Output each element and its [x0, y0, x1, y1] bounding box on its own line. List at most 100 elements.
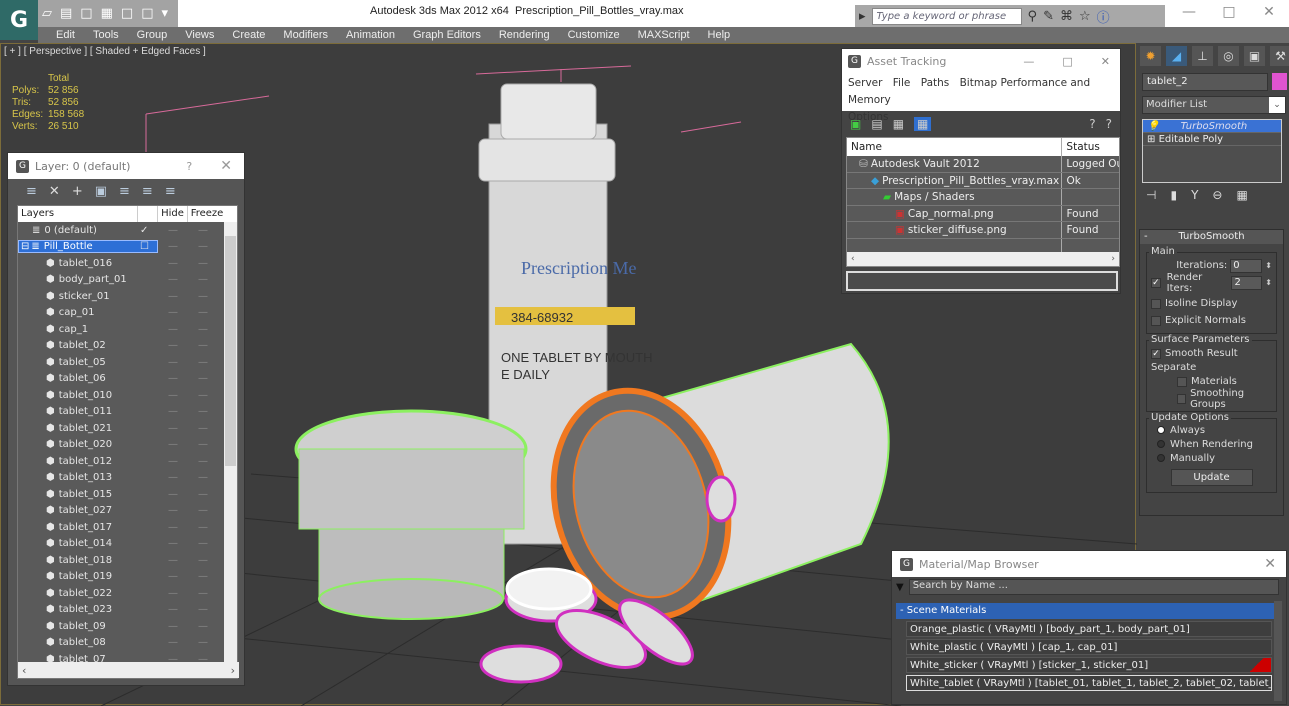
render-iters-checkbox[interactable]: ✓	[1151, 277, 1161, 288]
update-button[interactable]: Update	[1170, 469, 1253, 486]
expand-icon[interactable]: ⊞	[1147, 134, 1155, 145]
smooth-result-checkbox[interactable]: ✓	[1151, 348, 1161, 359]
hide-toggle[interactable]: —	[158, 604, 188, 615]
hide-toggle[interactable]: —	[158, 324, 188, 335]
asset-row[interactable]: ◆ Prescription_Pill_Bottles_vray.max Ok	[847, 172, 1119, 189]
explicit-normals-option[interactable]: Explicit Normals	[1151, 312, 1272, 329]
modify-tab-icon[interactable]: ◢	[1166, 46, 1187, 66]
scroll-right-icon[interactable]: ›	[231, 664, 235, 677]
object-row[interactable]: ⬢ tablet_010— —	[18, 387, 237, 404]
menu-edit[interactable]: Edit	[47, 27, 84, 43]
freeze-toggle[interactable]: —	[188, 588, 218, 599]
object-row[interactable]: ⬢ body_part_01— —	[18, 272, 237, 289]
freeze-toggle[interactable]: —	[188, 571, 218, 582]
delete-layer-icon[interactable]: ✕	[49, 184, 60, 199]
hide-toggle[interactable]: —	[158, 357, 188, 368]
menu-customize[interactable]: Customize	[559, 27, 629, 43]
object-row[interactable]: ⬢ tablet_011— —	[18, 404, 237, 421]
object-row[interactable]: ⬢ tablet_08— —	[18, 635, 237, 652]
select-objects-icon[interactable]: ▣	[95, 184, 107, 199]
hide-toggle[interactable]: —	[158, 637, 188, 648]
object-row[interactable]: ⬢ tablet_05— —	[18, 354, 237, 371]
material-search-input[interactable]: Search by Name ...	[908, 579, 1279, 595]
object-row[interactable]: ⬢ cap_1— —	[18, 321, 237, 338]
star-icon[interactable]: ☆	[1079, 9, 1091, 24]
freeze-toggle[interactable]: —	[188, 390, 218, 401]
chevron-down-icon[interactable]: ⌄	[1269, 97, 1285, 113]
smoothing-groups-checkbox[interactable]	[1177, 393, 1187, 404]
object-row[interactable]: ⬢ tablet_022— —	[18, 585, 237, 602]
hide-toggle[interactable]: —	[158, 456, 188, 467]
collapse-icon[interactable]: ⊟	[21, 241, 29, 252]
hide-toggle[interactable]: —	[158, 571, 188, 582]
menu-modifiers[interactable]: Modifiers	[274, 27, 337, 43]
object-color-swatch[interactable]	[1272, 73, 1287, 90]
iterations-spinner[interactable]: 0	[1230, 258, 1263, 273]
object-row[interactable]: ⬢ tablet_016— —	[18, 255, 237, 272]
application-menu-button[interactable]: G	[0, 0, 38, 40]
hide-toggle[interactable]: —	[158, 340, 188, 351]
object-row[interactable]: ⬢ tablet_018— —	[18, 552, 237, 569]
render-iters-spinner[interactable]: 2	[1231, 275, 1263, 290]
hide-toggle[interactable]: —	[158, 307, 188, 318]
freeze-toggle[interactable]: —	[188, 225, 218, 236]
show-end-result-icon[interactable]: ▮	[1170, 188, 1177, 202]
hide-toggle[interactable]: —	[158, 258, 188, 269]
freeze-toggle[interactable]: —	[188, 307, 218, 318]
create-tab-icon[interactable]: ✹	[1140, 46, 1161, 66]
freeze-toggle[interactable]: —	[188, 423, 218, 434]
object-row[interactable]: ⬢ tablet_09— —	[18, 618, 237, 635]
create-layer-icon[interactable]: ≡	[26, 184, 37, 199]
minimize-icon[interactable]: —	[1169, 0, 1209, 27]
wrench-icon[interactable]: ✎	[1043, 9, 1054, 24]
add-to-layer-icon[interactable]: +	[72, 184, 83, 199]
scroll-left-icon[interactable]: ‹	[22, 664, 26, 677]
hide-toggle[interactable]: —	[158, 538, 188, 549]
satellite-icon[interactable]: ⌘	[1060, 9, 1073, 24]
project-icon[interactable]: ▦	[101, 6, 113, 21]
close-icon[interactable]: ✕	[220, 158, 232, 174]
when-rendering-radio[interactable]: When Rendering	[1151, 437, 1272, 451]
menu-create[interactable]: Create	[223, 27, 274, 43]
hide-toggle[interactable]: —	[158, 225, 188, 236]
layer-row[interactable]: ≣ 0 (default) ✓ — —	[18, 222, 237, 239]
viewport-label[interactable]: [ + ] [ Perspective ] [ Shaded + Edged F…	[4, 46, 206, 57]
horizontal-scrollbar[interactable]: ‹ ›	[847, 252, 1119, 266]
material-item-selected[interactable]: White_tablet ( VRayMtl ) [tablet_01, tab…	[906, 675, 1272, 691]
display-tab-icon[interactable]: ▣	[1244, 46, 1265, 66]
binoculars-icon[interactable]: ⚲	[1028, 9, 1038, 24]
hierarchy-tab-icon[interactable]: ⊥	[1192, 46, 1213, 66]
maximize-icon[interactable]: □	[1209, 0, 1249, 27]
manually-radio[interactable]: Manually	[1151, 451, 1272, 465]
menu-views[interactable]: Views	[176, 27, 223, 43]
hide-toggle[interactable]: —	[158, 489, 188, 500]
freeze-toggle[interactable]: —	[188, 291, 218, 302]
menu-bitmap-performance[interactable]: Bitmap Performance and Memory	[848, 77, 1090, 106]
table-view-icon[interactable]: ▦	[914, 117, 932, 131]
open-icon[interactable]: ▱	[42, 6, 52, 21]
freeze-toggle[interactable]: —	[188, 505, 218, 516]
material-browser-titlebar[interactable]: G Material/Map Browser ✕	[892, 551, 1286, 577]
column-layers[interactable]: Layers	[18, 206, 138, 222]
keyword-search-input[interactable]: Type a keyword or phrase	[871, 7, 1022, 25]
asset-path-field[interactable]	[846, 271, 1118, 291]
freeze-toggle[interactable]: —	[188, 258, 218, 269]
object-row[interactable]: ⬢ tablet_015— —	[18, 486, 237, 503]
object-row[interactable]: ⬢ tablet_021— —	[18, 420, 237, 437]
object-row[interactable]: ⬢ tablet_06— —	[18, 371, 237, 388]
freeze-toggle[interactable]: —	[188, 637, 218, 648]
remove-modifier-icon[interactable]: ⊖	[1212, 188, 1222, 202]
freeze-toggle[interactable]: —	[188, 489, 218, 500]
vault-help-icon[interactable]: ?	[1089, 117, 1095, 131]
collapse-icon[interactable]: -	[1144, 230, 1148, 244]
column-hide[interactable]: Hide	[158, 206, 188, 222]
layer-dialog-titlebar[interactable]: G Layer: 0 (default) ? ✕	[8, 153, 244, 179]
stack-item-editable-poly[interactable]: ⊞ Editable Poly	[1143, 133, 1281, 146]
asset-row[interactable]: ▰ Maps / Shaders	[847, 189, 1119, 206]
material-item[interactable]: Orange_plastic ( VRayMtl ) [body_part_1,…	[906, 621, 1272, 637]
menu-maxscript[interactable]: MAXScript	[629, 27, 699, 43]
maximize-icon[interactable]: □	[1062, 55, 1072, 68]
explicit-normals-checkbox[interactable]	[1151, 315, 1161, 326]
asset-dialog-titlebar[interactable]: G Asset Tracking — □ ✕	[842, 49, 1120, 73]
vertical-scrollbar[interactable]	[1274, 601, 1282, 701]
